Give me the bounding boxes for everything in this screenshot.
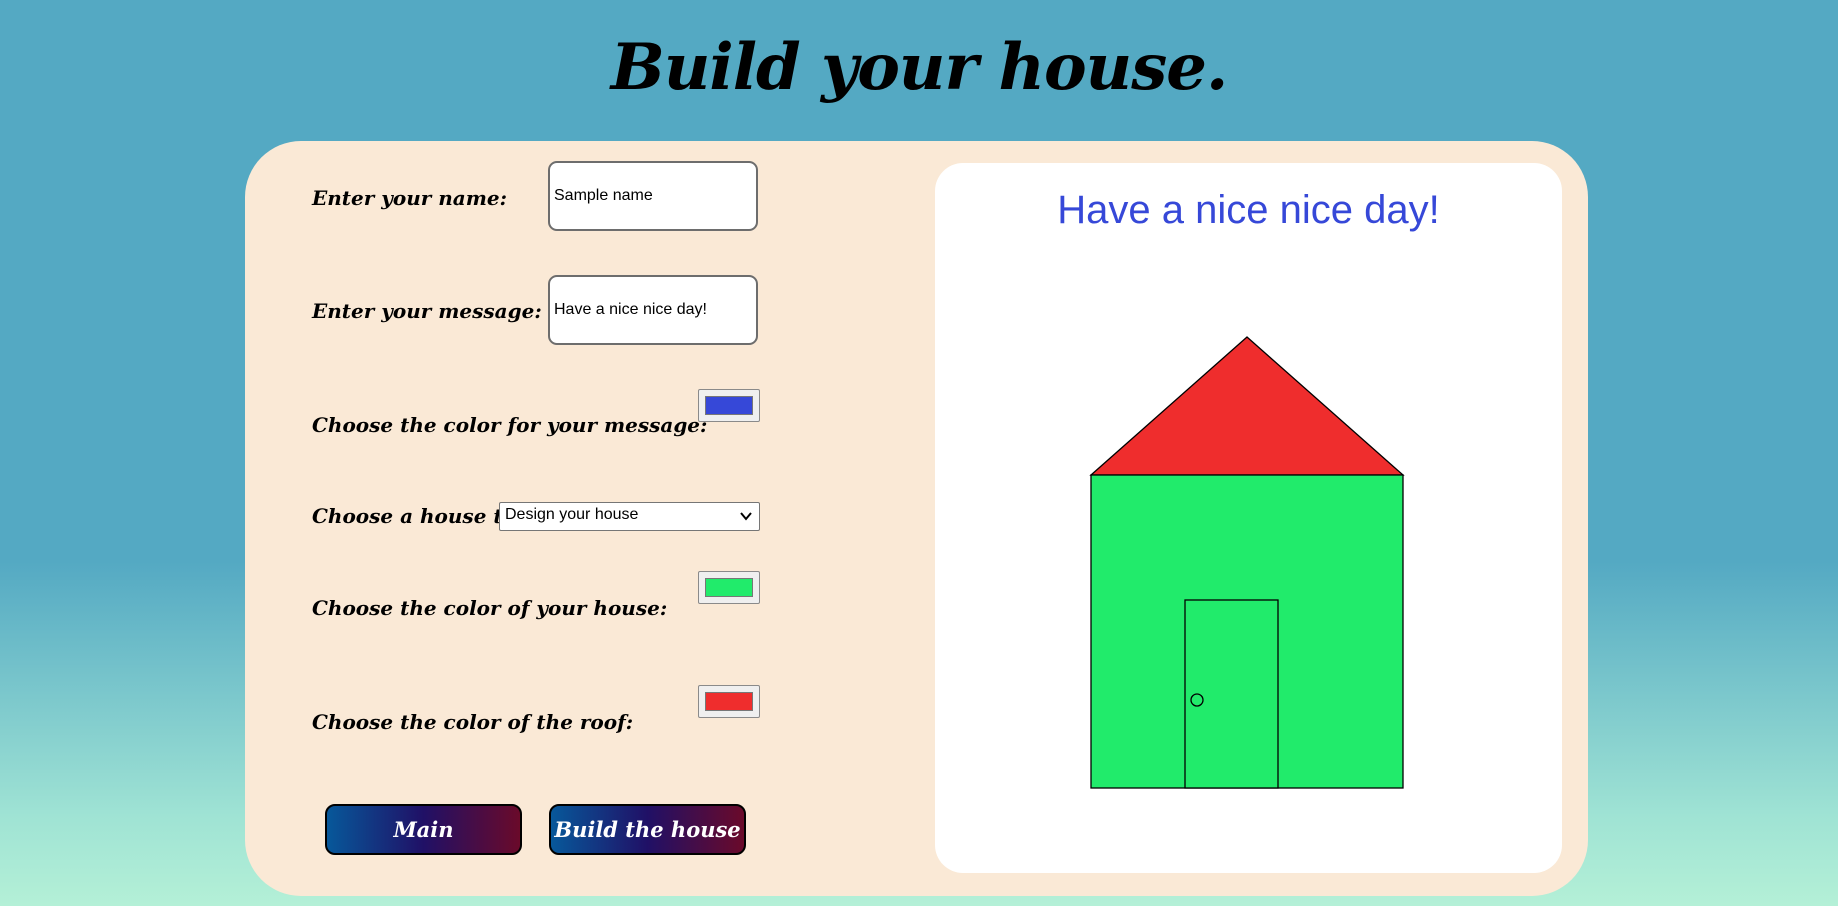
builder-panel: Enter your name: Enter your message: Cho…: [245, 141, 1588, 896]
message-color-label: Choose the color for your message:: [312, 413, 708, 437]
house-roof: [1089, 336, 1405, 476]
message-color-picker[interactable]: [698, 389, 760, 422]
name-label: Enter your name:: [312, 186, 508, 210]
house-preview: Have a nice nice day!: [935, 163, 1562, 873]
house-drawing: [1089, 336, 1405, 789]
message-input[interactable]: [548, 275, 758, 345]
name-input[interactable]: [548, 161, 758, 231]
chevron-down-icon: [740, 512, 752, 521]
house-color-label: Choose the color of your house:: [312, 596, 668, 620]
roof-color-label: Choose the color of the roof:: [312, 710, 634, 734]
roof-color-picker[interactable]: [698, 685, 760, 718]
house-color-fill: [705, 578, 753, 597]
message-color-fill: [705, 396, 753, 415]
page-title: Build your house.: [610, 30, 1228, 105]
message-label: Enter your message:: [312, 299, 542, 323]
door-knob: [1190, 693, 1204, 707]
house-type-select[interactable]: Design your house: [499, 502, 760, 531]
build-house-button[interactable]: Build the house: [549, 804, 746, 855]
roof-color-fill: [705, 692, 753, 711]
main-button[interactable]: Main: [325, 804, 522, 855]
house-type-selected: Design your house: [505, 506, 639, 523]
house-color-picker[interactable]: [698, 571, 760, 604]
